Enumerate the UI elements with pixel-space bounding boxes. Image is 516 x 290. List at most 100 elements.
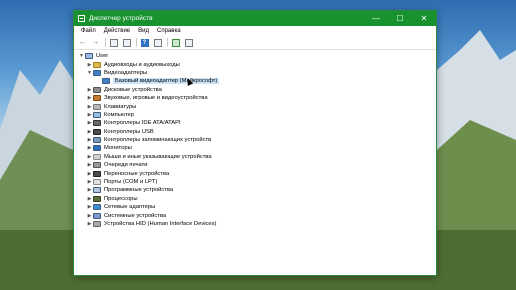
maximize-button[interactable]: ☐	[388, 11, 412, 26]
tree-category[interactable]: ▶ Программные устройства	[77, 186, 436, 194]
display-adapter-icon	[93, 69, 101, 76]
menu-bar: Файл Действие Вид Справка	[74, 26, 436, 36]
collapse-arrow-icon[interactable]: ▼	[86, 70, 93, 76]
category-label: Программные устройства	[104, 187, 174, 194]
category-label: Контроллеры USB	[104, 128, 154, 135]
back-icon[interactable]: ←	[77, 37, 88, 48]
tree-category[interactable]: ▶ Аудиовходы и аудиовыходы	[77, 60, 436, 68]
toolbar-separator	[167, 38, 168, 47]
tree-category[interactable]: ▶ Процессоры	[77, 195, 436, 203]
mouse-icon	[93, 153, 101, 160]
expand-arrow-icon[interactable]: ▶	[86, 154, 93, 160]
expand-arrow-icon[interactable]: ▶	[86, 62, 93, 68]
tree-category[interactable]: ▶ Контроллеры IDE ATA/ATAPI	[77, 119, 436, 127]
tree-device-basic-display-adapter[interactable]: Базовый видеоадаптер (Майкрософт)	[77, 77, 436, 85]
tree-category[interactable]: ▶ Дисковые устройства	[77, 86, 436, 94]
expand-arrow-icon[interactable]: ▶	[86, 104, 93, 110]
help-icon[interactable]: ?	[139, 37, 150, 48]
cpu-icon	[93, 195, 101, 202]
expand-arrow-icon[interactable]: ▶	[86, 204, 93, 210]
tree-category[interactable]: ▶ Переносные устройства	[77, 169, 436, 177]
category-label: Контроллеры запоминающих устройств	[104, 137, 212, 144]
expand-arrow-icon[interactable]: ▶	[86, 137, 93, 143]
network-icon	[93, 204, 101, 211]
collapse-arrow-icon[interactable]: ▼	[78, 53, 85, 59]
expand-arrow-icon[interactable]: ▶	[86, 129, 93, 135]
tree-category[interactable]: ▶ Мыши и иные указывающие устройства	[77, 153, 436, 161]
category-label: Клавиатуры	[104, 103, 137, 110]
tree-category[interactable]: ▶ Очереди печати	[77, 161, 436, 169]
category-label: Порты (COM и LPT)	[104, 179, 158, 186]
toolbar-separator	[136, 38, 137, 47]
tree-category[interactable]: ▶ Сетевые адаптеры	[77, 203, 436, 211]
category-label: Аудиовходы и аудиовыходы	[104, 61, 180, 68]
category-label: Процессоры	[104, 195, 138, 202]
disk-icon	[93, 86, 101, 93]
toolbar-separator	[105, 38, 106, 47]
menu-view[interactable]: Вид	[134, 28, 153, 34]
titlebar: Диспетчер устройств — ☐ ✕	[74, 11, 436, 26]
display-adapter-icon	[102, 78, 110, 85]
enable-icon[interactable]	[170, 37, 181, 48]
hid-icon	[93, 221, 101, 227]
software-icon	[93, 187, 101, 194]
expand-arrow-icon[interactable]: ▶	[86, 87, 93, 93]
expand-arrow-icon[interactable]: ▶	[86, 196, 93, 202]
audio-icon	[93, 61, 101, 68]
expand-arrow-icon[interactable]: ▶	[86, 213, 93, 219]
forward-icon[interactable]: →	[90, 37, 101, 48]
tree-category[interactable]: ▶ Контроллеры запоминающих устройств	[77, 136, 436, 144]
device-tree: ▼ User ▶ Аудиовходы и аудиовыходы ▼ Виде…	[74, 51, 436, 275]
monitor-icon	[93, 145, 101, 152]
device-manager-icon	[78, 15, 85, 22]
window-title: Диспетчер устройств	[89, 15, 153, 22]
monitor-icon[interactable]	[183, 37, 194, 48]
expand-arrow-icon[interactable]: ▶	[86, 171, 93, 177]
properties-icon[interactable]	[108, 37, 119, 48]
expand-arrow-icon[interactable]: ▶	[86, 112, 93, 118]
print-queue-icon	[93, 162, 101, 169]
category-label: Мыши и иные указывающие устройства	[104, 153, 212, 160]
device-label: Базовый видеоадаптер (Майкрософт)	[113, 78, 220, 85]
tree-root[interactable]: ▼ User	[77, 52, 436, 60]
category-label: Устройства HID (Human Interface Devices)	[104, 221, 217, 227]
scan-icon[interactable]	[152, 37, 163, 48]
category-label: Очереди печати	[104, 162, 148, 169]
sound-icon	[93, 95, 101, 102]
tree-root-label: User	[96, 53, 109, 60]
tree-category[interactable]: ▶ Устройства HID (Human Interface Device…	[77, 220, 436, 228]
category-label: Контроллеры IDE ATA/ATAPI	[104, 120, 181, 127]
minimize-button[interactable]: —	[364, 11, 388, 26]
tree-category[interactable]: ▶ Системные устройства	[77, 211, 436, 219]
tree-category-display-adapters[interactable]: ▼ Видеоадаптеры	[77, 69, 436, 77]
expand-arrow-icon[interactable]: ▶	[86, 179, 93, 185]
system-icon	[93, 212, 101, 219]
ports-icon	[93, 179, 101, 186]
toolbar: ← → ?	[74, 36, 436, 50]
menu-action[interactable]: Действие	[100, 28, 134, 34]
menu-help[interactable]: Справка	[153, 28, 185, 34]
tree-category[interactable]: ▶ Клавиатуры	[77, 102, 436, 110]
expand-arrow-icon[interactable]: ▶	[86, 221, 93, 227]
computer-icon	[93, 111, 101, 118]
menu-file[interactable]: Файл	[77, 28, 100, 34]
expand-arrow-icon[interactable]: ▶	[86, 120, 93, 126]
category-label: Компьютер	[104, 111, 135, 118]
device-manager-window: Диспетчер устройств — ☐ ✕ Файл Действие …	[73, 10, 437, 276]
category-label: Видеоадаптеры	[104, 69, 148, 76]
keyboard-icon	[93, 103, 101, 110]
usb-icon	[93, 128, 101, 135]
ide-icon	[93, 120, 101, 127]
tree-category[interactable]: ▶ Контроллеры USB	[77, 128, 436, 136]
category-label: Сетевые адаптеры	[104, 204, 156, 211]
close-button[interactable]: ✕	[412, 11, 436, 26]
expand-arrow-icon[interactable]: ▶	[86, 162, 93, 168]
tree-category[interactable]: ▶ Компьютер	[77, 111, 436, 119]
expand-arrow-icon[interactable]: ▶	[86, 95, 93, 101]
tree-category[interactable]: ▶ Звуковые, игровые и видеоустройства	[77, 94, 436, 102]
expand-arrow-icon[interactable]: ▶	[86, 187, 93, 193]
expand-arrow-icon[interactable]: ▶	[86, 145, 93, 151]
update-icon[interactable]	[121, 37, 132, 48]
tree-category[interactable]: ▶ Мониторы	[77, 144, 436, 152]
tree-category[interactable]: ▶ Порты (COM и LPT)	[77, 178, 436, 186]
